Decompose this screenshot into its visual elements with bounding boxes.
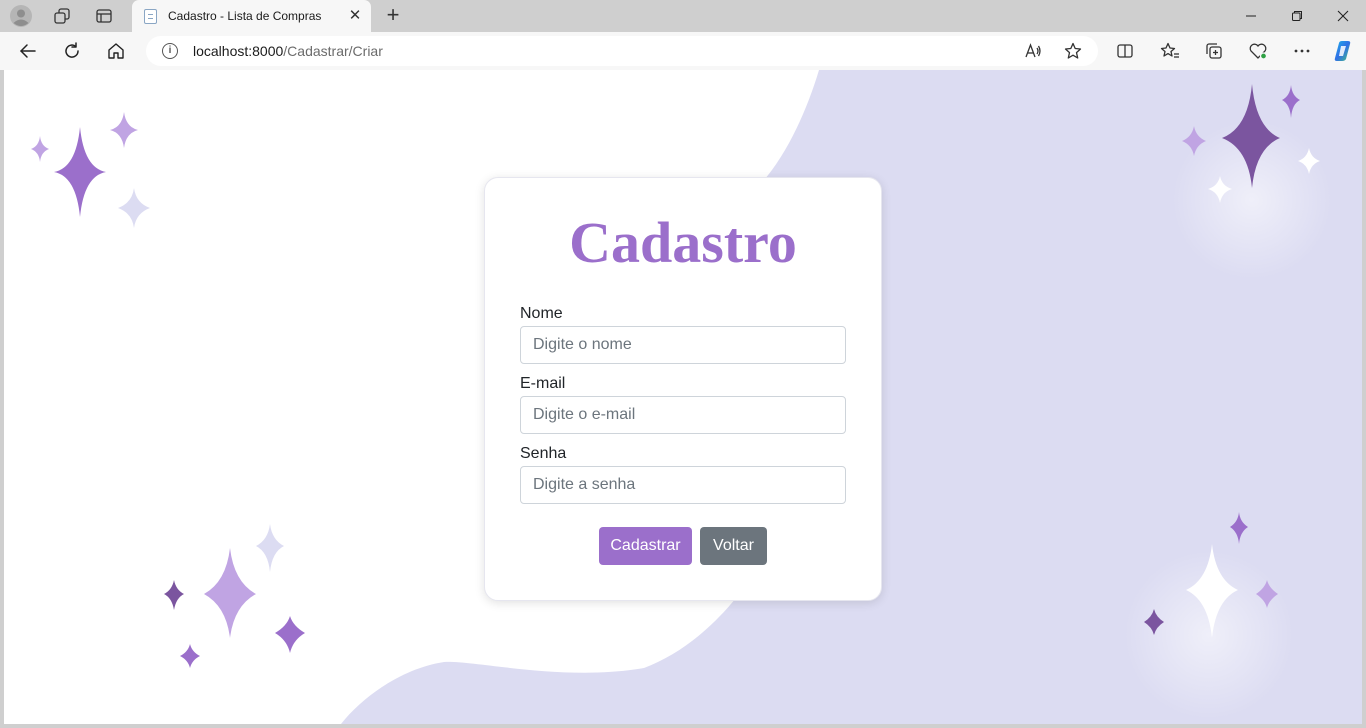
page-favicon-icon xyxy=(144,9,157,24)
read-aloud-icon[interactable] xyxy=(1023,41,1043,61)
favorites-icon[interactable] xyxy=(1157,38,1183,64)
sparkle-icon xyxy=(256,524,284,572)
site-info-icon[interactable]: i xyxy=(162,43,178,59)
split-screen-icon[interactable] xyxy=(1112,38,1138,64)
submit-button[interactable]: Cadastrar xyxy=(599,527,692,565)
url-text[interactable]: localhost:8000/Cadastrar/Criar xyxy=(193,43,383,59)
tab-close-icon[interactable]: ✕ xyxy=(346,7,364,25)
page-viewport: Cadastro Nome E-mail Senha Cadastrar Vol… xyxy=(4,70,1362,724)
password-label: Senha xyxy=(520,445,567,462)
sparkle-icon xyxy=(54,127,106,217)
workspaces-icon[interactable] xyxy=(50,4,74,28)
favorite-star-icon[interactable] xyxy=(1063,41,1083,61)
tab-title: Cadastro - Lista de Compras xyxy=(168,9,322,23)
email-input[interactable] xyxy=(520,396,846,434)
profile-icon[interactable] xyxy=(9,4,33,28)
name-label: Nome xyxy=(520,305,563,322)
signup-card: Cadastro Nome E-mail Senha Cadastrar Vol… xyxy=(484,177,882,601)
back-button[interactable]: Voltar xyxy=(700,527,767,565)
name-input[interactable] xyxy=(520,326,846,364)
address-bar[interactable]: i localhost:8000/Cadastrar/Criar xyxy=(146,36,1098,66)
tab-actions-icon[interactable] xyxy=(92,4,116,28)
sparkle-icon xyxy=(164,580,184,610)
sparkle-icon xyxy=(31,136,49,162)
restore-button[interactable] xyxy=(1274,0,1320,32)
password-input[interactable] xyxy=(520,466,846,504)
collections-icon[interactable] xyxy=(1201,38,1227,64)
sparkle-icon xyxy=(118,188,150,228)
refresh-icon[interactable] xyxy=(59,38,85,64)
url-host: localhost:8000 xyxy=(193,43,284,59)
sparkle-icon xyxy=(110,112,138,148)
copilot-icon[interactable] xyxy=(1330,38,1356,64)
browser-toolbar: i localhost:8000/Cadastrar/Criar xyxy=(0,32,1366,70)
url-path: /Cadastrar/Criar xyxy=(283,43,383,59)
minimize-button[interactable] xyxy=(1228,0,1274,32)
title-bar: Cadastro - Lista de Compras ✕ + xyxy=(0,0,1366,32)
browser-tab[interactable]: Cadastro - Lista de Compras ✕ xyxy=(132,0,371,32)
home-icon[interactable] xyxy=(103,38,129,64)
new-tab-button[interactable]: + xyxy=(382,4,404,27)
more-options-icon[interactable] xyxy=(1289,38,1315,64)
email-label: E-mail xyxy=(520,375,566,392)
close-window-button[interactable] xyxy=(1320,0,1366,32)
browser-essentials-icon[interactable] xyxy=(1245,38,1271,64)
back-arrow-icon[interactable] xyxy=(15,38,41,64)
page-title: Cadastro xyxy=(569,210,797,275)
sparkle-icon xyxy=(204,548,256,638)
sparkle-icon xyxy=(275,616,305,653)
sparkle-icon xyxy=(180,644,200,668)
